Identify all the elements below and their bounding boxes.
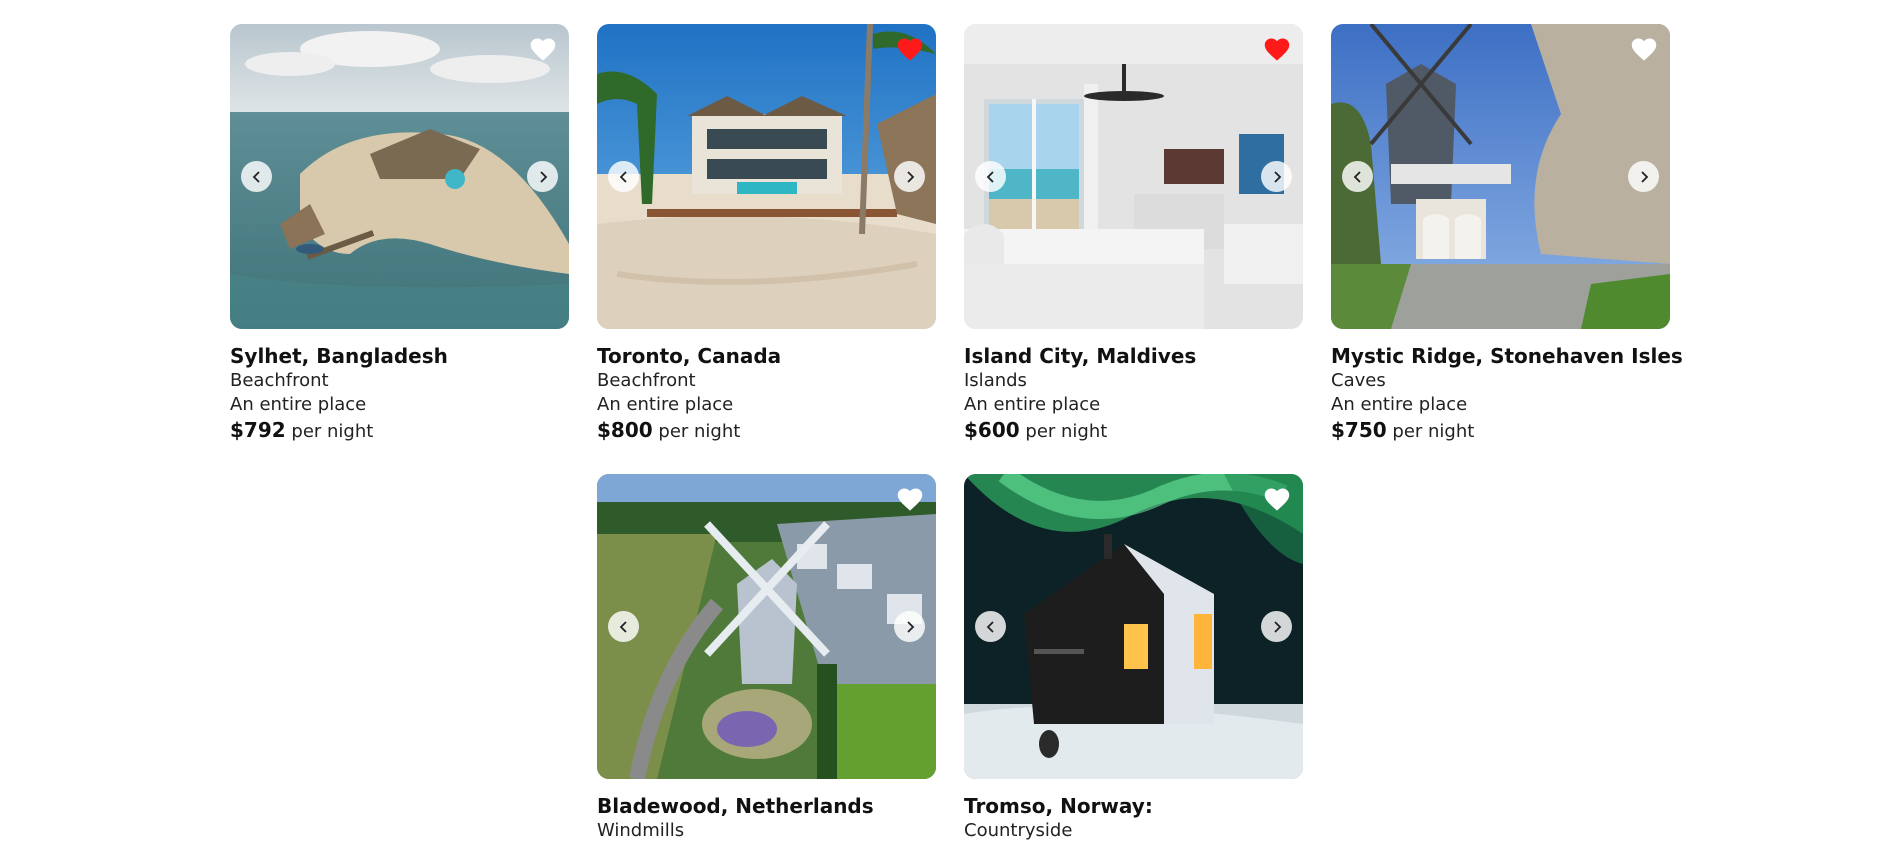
listing-photo[interactable] bbox=[1331, 24, 1670, 329]
chevron-right-icon bbox=[906, 620, 914, 633]
next-photo-button[interactable] bbox=[527, 161, 558, 192]
chevron-right-icon bbox=[906, 170, 914, 183]
listing-price: $750 bbox=[1331, 418, 1387, 442]
previous-photo-button[interactable] bbox=[1342, 161, 1373, 192]
listing-price: $600 bbox=[964, 418, 1020, 442]
listing-title[interactable]: Mystic Ridge, Stonehaven Isles bbox=[1331, 343, 1683, 369]
price-suffix: per night bbox=[652, 421, 741, 442]
listing-card[interactable]: Bladewood, Netherlands Windmills bbox=[597, 474, 936, 843]
listing-title[interactable]: Tromso, Norway: bbox=[964, 793, 1303, 819]
previous-photo-button[interactable] bbox=[241, 161, 272, 192]
previous-photo-button[interactable] bbox=[608, 161, 639, 192]
next-photo-button[interactable] bbox=[1261, 611, 1292, 642]
favorite-heart-icon[interactable] bbox=[1263, 486, 1291, 512]
listing-price: $792 bbox=[230, 418, 286, 442]
listing-price: $800 bbox=[597, 418, 653, 442]
chevron-left-icon bbox=[986, 620, 994, 633]
price-suffix: per night bbox=[1019, 421, 1108, 442]
listing-category: Countryside bbox=[964, 820, 1073, 841]
listing-category: Beachfront bbox=[597, 370, 696, 391]
listing-title[interactable]: Bladewood, Netherlands bbox=[597, 793, 936, 819]
favorite-heart-icon[interactable] bbox=[1263, 36, 1291, 62]
listing-type: An entire place bbox=[230, 394, 367, 415]
next-photo-button[interactable] bbox=[1628, 161, 1659, 192]
listing-photo[interactable] bbox=[964, 474, 1303, 779]
listing-card[interactable]: Toronto, Canada Beachfront An entire pla… bbox=[597, 24, 936, 445]
listing-category: Windmills bbox=[597, 820, 685, 841]
listing-price-line: $800 per night bbox=[597, 417, 936, 445]
favorite-heart-icon[interactable] bbox=[529, 36, 557, 62]
listing-image bbox=[1331, 24, 1670, 329]
listing-image bbox=[597, 24, 936, 329]
previous-photo-button[interactable] bbox=[608, 611, 639, 642]
next-photo-button[interactable] bbox=[894, 161, 925, 192]
listing-image bbox=[964, 24, 1303, 329]
chevron-right-icon bbox=[1273, 620, 1281, 633]
price-suffix: per night bbox=[285, 421, 374, 442]
chevron-left-icon bbox=[252, 170, 260, 183]
listing-photo[interactable] bbox=[597, 474, 936, 779]
listing-photo[interactable] bbox=[597, 24, 936, 329]
next-photo-button[interactable] bbox=[1261, 161, 1292, 192]
chevron-right-icon bbox=[1640, 170, 1648, 183]
listing-title[interactable]: Island City, Maldives bbox=[964, 343, 1303, 369]
listing-title[interactable]: Sylhet, Bangladesh bbox=[230, 343, 569, 369]
listing-card[interactable]: Sylhet, Bangladesh Beachfront An entire … bbox=[230, 24, 569, 445]
favorite-heart-icon[interactable] bbox=[896, 486, 924, 512]
listing-image bbox=[964, 474, 1303, 779]
listing-category: Beachfront bbox=[230, 370, 329, 391]
listing-image bbox=[230, 24, 569, 329]
listing-price-line: $750 per night bbox=[1331, 417, 1670, 445]
listing-type: An entire place bbox=[964, 394, 1101, 415]
listing-price-line: $600 per night bbox=[964, 417, 1303, 445]
previous-photo-button[interactable] bbox=[975, 611, 1006, 642]
listing-card[interactable]: Mystic Ridge, Stonehaven Isles Caves An … bbox=[1331, 24, 1683, 445]
listing-photo[interactable] bbox=[964, 24, 1303, 329]
listings-grid: Sylhet, Bangladesh Beachfront An entire … bbox=[230, 24, 1683, 843]
next-photo-button[interactable] bbox=[894, 611, 925, 642]
chevron-left-icon bbox=[619, 170, 627, 183]
listing-category: Caves bbox=[1331, 370, 1386, 391]
listing-card[interactable]: Island City, Maldives Islands An entire … bbox=[964, 24, 1303, 445]
chevron-left-icon bbox=[619, 620, 627, 633]
price-suffix: per night bbox=[1386, 421, 1475, 442]
chevron-right-icon bbox=[1273, 170, 1281, 183]
listing-card[interactable]: Tromso, Norway: Countryside bbox=[964, 474, 1303, 843]
chevron-left-icon bbox=[986, 170, 994, 183]
listing-type: An entire place bbox=[1331, 394, 1468, 415]
listing-price-line: $792 per night bbox=[230, 417, 569, 445]
chevron-right-icon bbox=[539, 170, 547, 183]
listing-photo[interactable] bbox=[230, 24, 569, 329]
listing-category: Islands bbox=[964, 370, 1027, 391]
listing-image bbox=[597, 474, 936, 779]
favorite-heart-icon[interactable] bbox=[1630, 36, 1658, 62]
previous-photo-button[interactable] bbox=[975, 161, 1006, 192]
chevron-left-icon bbox=[1353, 170, 1361, 183]
listing-title[interactable]: Toronto, Canada bbox=[597, 343, 936, 369]
listing-type: An entire place bbox=[597, 394, 734, 415]
favorite-heart-icon[interactable] bbox=[896, 36, 924, 62]
